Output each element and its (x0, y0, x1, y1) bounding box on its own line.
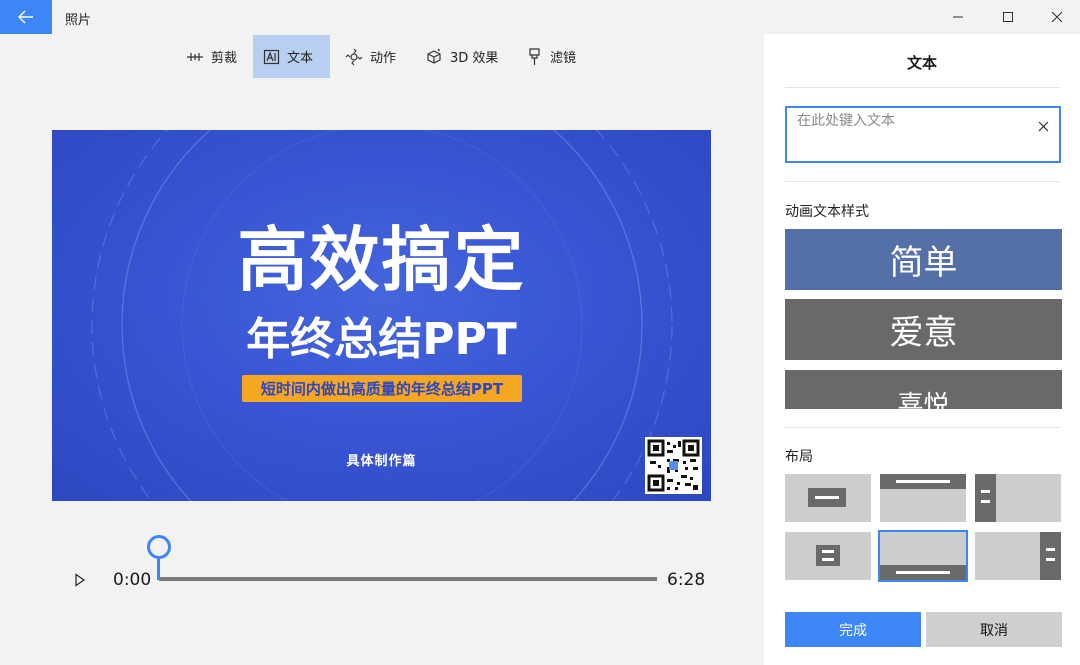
slide-headline: 高效搞定 (237, 219, 526, 301)
slide-subheadline: 年终总结PPT (246, 314, 517, 365)
timeline-track[interactable] (159, 577, 657, 581)
maximize-icon (1003, 12, 1013, 22)
tool-text-label: 文本 (287, 51, 314, 66)
done-button[interactable]: 完成 (785, 612, 921, 647)
style-simple[interactable]: 简单 (785, 229, 1062, 290)
text-input-box[interactable] (785, 106, 1061, 163)
divider (785, 427, 1060, 428)
qr-code (645, 437, 702, 494)
clear-text-button[interactable] (1035, 118, 1051, 134)
crop-icon (187, 52, 203, 61)
close-icon (1038, 121, 1048, 131)
tool-motion-label: 动作 (370, 51, 397, 66)
motion-icon (345, 48, 363, 65)
playhead-stem (157, 556, 160, 580)
layout-label: 布局 (785, 449, 813, 465)
tool-crop-label: 剪裁 (211, 51, 238, 66)
style-love[interactable]: 爱意 (785, 299, 1062, 360)
text-icon (263, 49, 280, 65)
qr-code-icon (647, 439, 700, 492)
play-icon (75, 573, 86, 587)
layout-right-bar[interactable] (975, 532, 1061, 580)
layout-top-bar[interactable] (880, 474, 966, 522)
back-button[interactable] (0, 0, 52, 34)
minimize-icon (953, 16, 963, 18)
layout-left-bar[interactable] (975, 474, 1061, 522)
tool-3d-effects-label: 3D 效果 (450, 51, 499, 66)
arrow-left-icon (18, 10, 33, 24)
total-time: 6:28 (667, 570, 706, 590)
tool-crop[interactable]: 剪裁 (176, 35, 247, 78)
slide-footer-text: 具体制作篇 (346, 454, 417, 469)
maximize-button[interactable] (983, 0, 1033, 34)
close-icon (1051, 11, 1063, 23)
styles-label: 动画文本样式 (785, 204, 869, 220)
style-joy[interactable]: 喜悦 (785, 370, 1062, 409)
filter-icon (529, 47, 540, 65)
tool-motion[interactable]: 动作 (335, 35, 406, 78)
app-title: 照片 (65, 13, 92, 28)
layout-bottom-bar[interactable] (878, 530, 968, 582)
divider (785, 181, 1060, 182)
play-button[interactable] (70, 570, 90, 590)
tool-text[interactable]: 文本 (253, 35, 330, 78)
tool-filter-label: 滤镜 (550, 51, 577, 66)
divider (785, 87, 1060, 88)
slide-tagline: 短时间内做出高质量的年终总结PPT (242, 375, 522, 402)
photo-preview: 高效搞定 年终总结PPT 短时间内做出高质量的年终总结PPT 具体制作篇 (52, 130, 711, 501)
current-time: 0:00 (113, 570, 152, 590)
panel-title: 文本 (906, 54, 937, 72)
minimize-button[interactable] (933, 0, 983, 34)
close-button[interactable] (1032, 0, 1080, 34)
3d-effects-icon (427, 48, 441, 64)
cancel-button[interactable]: 取消 (926, 612, 1062, 647)
tool-filter[interactable]: 滤镜 (517, 35, 586, 78)
playhead-handle[interactable] (147, 535, 171, 559)
text-input[interactable] (797, 113, 1017, 129)
layout-center-small[interactable] (785, 532, 871, 580)
tool-3d-effects[interactable]: 3D 效果 (415, 35, 508, 78)
layout-center-box[interactable] (785, 474, 871, 522)
text-panel: 文本 动画文本样式 简单 爱意 喜悦 布局 完成 (764, 34, 1080, 665)
